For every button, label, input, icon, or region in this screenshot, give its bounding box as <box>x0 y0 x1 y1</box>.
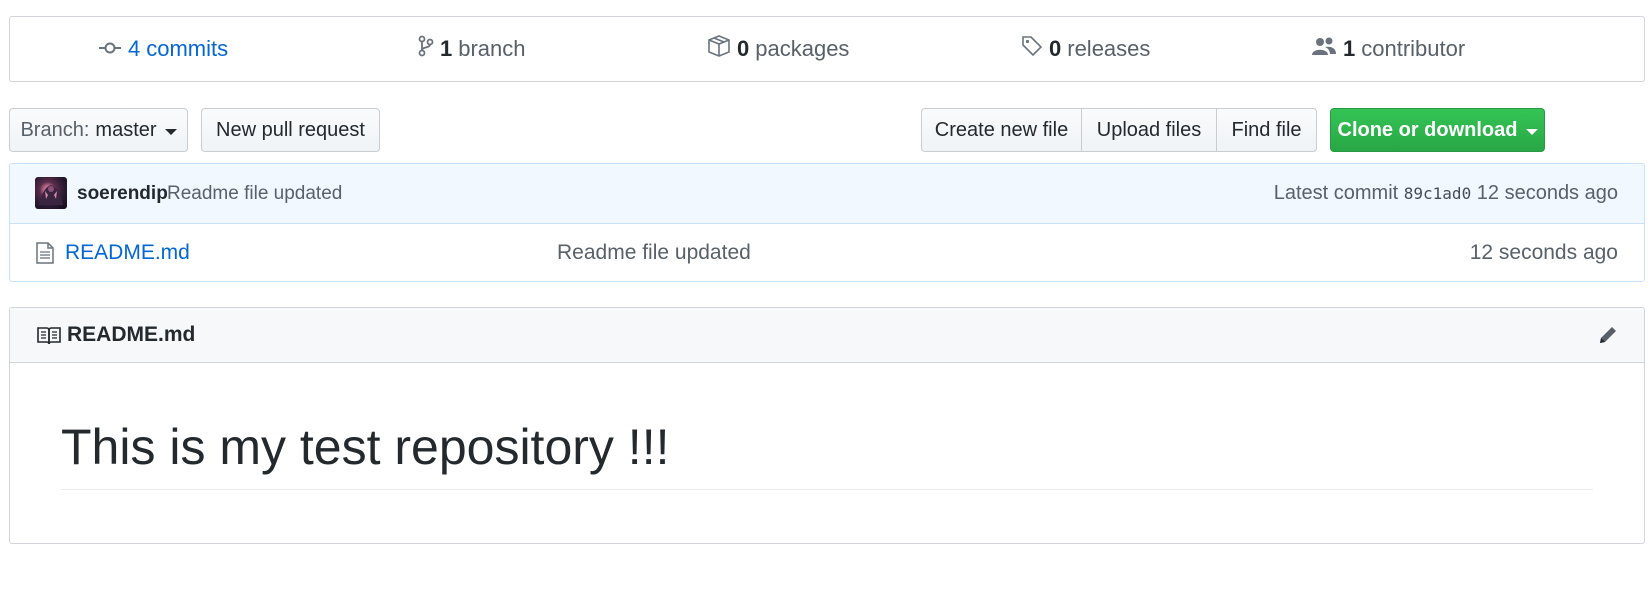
branch-name: master <box>95 118 157 141</box>
create-new-file-button[interactable]: Create new file <box>921 108 1082 152</box>
new-pull-request-button[interactable]: New pull request <box>201 108 380 152</box>
packages-link[interactable]: 0 packages <box>707 17 849 81</box>
caret-down-icon <box>164 128 177 135</box>
latest-commit-label: Latest commit <box>1273 182 1399 204</box>
commit-age: 12 seconds ago <box>1476 182 1618 204</box>
clone-or-download-button[interactable]: Clone or download <box>1330 108 1545 152</box>
readme-title: README.md <box>67 323 196 346</box>
commits-count: 4 <box>128 36 141 61</box>
releases-label: releases <box>1067 36 1151 61</box>
commit-sha-link[interactable]: 89c1ad0 <box>1404 184 1471 203</box>
tag-icon <box>1021 35 1049 63</box>
branches-link[interactable]: 1 branch <box>418 17 526 81</box>
book-icon <box>37 326 61 351</box>
readme-content: This is my test repository !!! <box>10 363 1644 543</box>
file-age: 12 seconds ago <box>1469 241 1618 264</box>
file-name-link[interactable]: README.md <box>65 241 190 265</box>
contributors-link[interactable]: 1 contributor <box>1311 17 1465 81</box>
releases-count: 0 <box>1049 36 1062 61</box>
latest-commit-info: Latest commit 89c1ad0 12 seconds ago <box>1274 182 1618 205</box>
pencil-icon[interactable] <box>1597 324 1619 351</box>
repo-numbers-summary: 4 commits 1 branch 0 packages 0 releases… <box>9 16 1645 82</box>
clone-label: Clone or download <box>1337 118 1518 141</box>
readme-panel: README.md This is my test repository !!! <box>9 307 1645 544</box>
branches-count: 1 <box>440 36 453 61</box>
packages-count: 0 <box>737 36 750 61</box>
commit-author[interactable]: soerendip <box>77 183 168 205</box>
branches-label: branch <box>458 36 526 61</box>
file-navigation-table: soerendip Readme file updated Latest com… <box>9 163 1645 282</box>
branch-select-button[interactable]: Branch: master <box>9 108 188 152</box>
upload-files-button[interactable]: Upload files <box>1081 108 1217 152</box>
find-file-button[interactable]: Find file <box>1216 108 1317 152</box>
contributors-count: 1 <box>1343 36 1356 61</box>
caret-down-icon <box>1525 128 1538 135</box>
people-icon <box>1311 36 1343 62</box>
readme-header: README.md <box>10 308 1644 363</box>
file-commit-message[interactable]: Readme file updated <box>557 241 751 265</box>
releases-link[interactable]: 0 releases <box>1021 17 1150 81</box>
heading-divider <box>61 489 1593 490</box>
contributors-label: contributor <box>1361 36 1466 61</box>
branch-prefix: Branch: <box>20 118 90 141</box>
readme-heading: This is my test repository !!! <box>61 419 670 475</box>
commits-label: commits <box>146 36 229 61</box>
package-icon <box>707 35 737 63</box>
file-icon <box>36 242 54 270</box>
latest-commit-bar: soerendip Readme file updated Latest com… <box>10 164 1644 224</box>
file-row: README.md Readme file updated 12 seconds… <box>10 224 1644 281</box>
packages-label: packages <box>755 36 850 61</box>
branch-icon <box>418 34 440 64</box>
file-actions-group: Create new file Upload files Find file <box>921 108 1317 152</box>
commits-link[interactable]: 4 commits <box>98 17 228 81</box>
avatar[interactable] <box>35 177 67 209</box>
commit-icon <box>98 36 128 62</box>
commit-message[interactable]: Readme file updated <box>167 183 342 205</box>
